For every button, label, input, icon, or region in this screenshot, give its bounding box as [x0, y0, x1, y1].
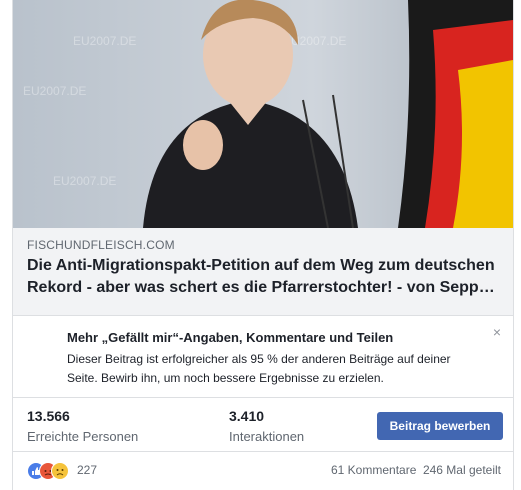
post-stats: 13.566 Erreichte Personen 3.410 Interakt… — [13, 398, 513, 452]
engagement-label: Interaktionen — [229, 429, 305, 444]
post-footer: 227 61 Kommentare 246 Mal geteilt — [13, 452, 513, 490]
close-icon[interactable]: × — [493, 324, 501, 340]
link-domain: FISCHUNDFLEISCH.COM — [27, 238, 175, 252]
svg-text:EU2007.DE: EU2007.DE — [73, 34, 136, 48]
sad-icon — [51, 462, 69, 480]
reach-stat: 13.566 Erreichte Personen — [27, 408, 138, 444]
boost-post-button[interactable]: Beitrag bewerben — [377, 412, 503, 440]
reaction-count[interactable]: 227 — [77, 463, 97, 477]
svg-text:EU2007.DE: EU2007.DE — [23, 84, 86, 98]
reach-label: Erreichte Personen — [27, 429, 139, 444]
flag-shape — [398, 0, 513, 228]
shares-count[interactable]: 246 Mal geteilt — [423, 463, 501, 477]
link-preview-text[interactable]: FISCHUNDFLEISCH.COM Die Anti-Migrationsp… — [13, 228, 513, 316]
promo-title: Mehr „Gefällt mir“-Angaben, Kommentare u… — [67, 330, 394, 345]
reach-value: 13.566 — [27, 408, 70, 424]
engagement-value: 3.410 — [229, 408, 265, 424]
link-headline-line2: Rekord - aber was schert es die Pfarrers… — [27, 279, 495, 296]
comments-count[interactable]: 61 Kommentare — [331, 463, 416, 477]
svg-text:EU2007.DE: EU2007.DE — [53, 174, 116, 188]
post-card: EU2007.DE EU2007.DE EU2007.DE EU2007.DE … — [12, 0, 514, 490]
link-preview-image[interactable]: EU2007.DE EU2007.DE EU2007.DE EU2007.DE — [13, 0, 513, 228]
boost-promo-panel: Mehr „Gefällt mir“-Angaben, Kommentare u… — [13, 316, 513, 398]
promo-body: Dieser Beitrag ist erfolgreicher als 95 … — [67, 352, 451, 385]
engagement-stat: 3.410 Interaktionen — [229, 408, 304, 444]
link-headline[interactable]: Die Anti-Migrationspakt-Petition auf dem… — [27, 255, 505, 299]
link-headline-line1: Die Anti-Migrationspakt-Petition auf dem… — [27, 257, 495, 274]
